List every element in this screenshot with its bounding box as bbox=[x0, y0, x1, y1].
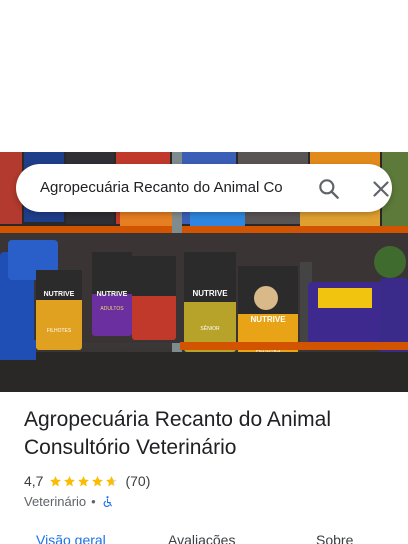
star-half-icon bbox=[106, 475, 118, 486]
search-icon bbox=[319, 179, 339, 199]
rating-row[interactable]: 4,7 (70) bbox=[24, 471, 150, 491]
svg-text:NUTRIVE: NUTRIVE bbox=[44, 291, 75, 298]
svg-text:ADULTOS: ADULTOS bbox=[100, 306, 124, 312]
rating-value: 4,7 bbox=[24, 473, 44, 489]
star-icon bbox=[78, 475, 90, 486]
search-bar[interactable]: Agropecuária Recanto do Animal Co bbox=[16, 164, 392, 212]
tab-reviews[interactable]: Avaliações bbox=[168, 532, 235, 544]
rating-stars bbox=[49, 475, 119, 488]
place-page: NUTRIVE FILHOTES NUTRIVE ADULTOS NUTRIVE… bbox=[0, 0, 408, 544]
star-icon bbox=[64, 475, 76, 486]
place-title-line1: Agropecuária Recanto do Animal bbox=[24, 408, 332, 431]
place-category: Veterinário bbox=[24, 493, 87, 509]
star-icon bbox=[92, 475, 104, 486]
place-tabs: Visão geral Avaliações Sobre bbox=[0, 528, 408, 544]
place-title-line2: Consultório Veterinário bbox=[24, 436, 237, 459]
svg-text:NUTRIVE: NUTRIVE bbox=[97, 291, 128, 298]
product-bag: NUTRIVE ADULTOS bbox=[92, 252, 132, 336]
category-row: Veterinário • bbox=[24, 492, 114, 510]
search-button[interactable] bbox=[316, 176, 342, 202]
svg-text:NUTRIVE: NUTRIVE bbox=[250, 315, 286, 324]
separator-dot: • bbox=[91, 493, 96, 509]
svg-text:SÊNIOR: SÊNIOR bbox=[200, 324, 220, 332]
product-bag: NUTRIVE SÊNIOR bbox=[184, 252, 236, 352]
close-button[interactable] bbox=[368, 176, 394, 202]
close-icon bbox=[373, 181, 389, 197]
review-count[interactable]: (70) bbox=[125, 473, 150, 489]
place-title: Agropecuária Recanto do Animal Consultór… bbox=[24, 406, 394, 462]
svg-text:FILHOTES: FILHOTES bbox=[47, 328, 72, 334]
wheelchair-icon bbox=[103, 495, 112, 507]
tab-overview[interactable]: Visão geral bbox=[36, 532, 106, 544]
svg-text:NUTRIVE: NUTRIVE bbox=[192, 289, 228, 298]
search-input[interactable]: Agropecuária Recanto do Animal Co bbox=[40, 164, 304, 212]
tab-about[interactable]: Sobre bbox=[316, 532, 353, 544]
product-bag: NUTRIVE FILHOTES bbox=[36, 270, 82, 350]
star-icon bbox=[50, 475, 62, 486]
